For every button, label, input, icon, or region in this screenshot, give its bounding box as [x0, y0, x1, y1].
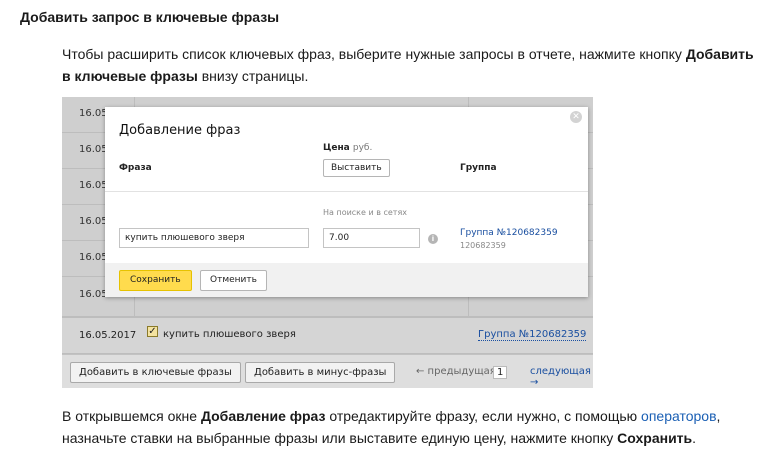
save-button[interactable]: Сохранить [119, 270, 192, 291]
row-date: 16.05 [79, 216, 108, 227]
info-icon[interactable]: i [428, 234, 438, 244]
intro-paragraph: Чтобы расширить список ключевых фраз, вы… [62, 43, 762, 87]
row-date: 16.05 [79, 108, 108, 119]
intro-text-1: Чтобы расширить список ключевых фраз, вы… [62, 46, 686, 62]
divider [105, 191, 588, 192]
close-icon[interactable]: ✕ [570, 111, 582, 123]
add-phrases-dialog: ✕ Добавление фраз Фраза Цена руб. Выстав… [105, 107, 588, 297]
row-phrase: купить плюшевого зверя [163, 329, 296, 340]
dialog-footer: Сохранить Отменить [105, 263, 588, 297]
row-date: 16.05 [79, 144, 108, 155]
row-date: 16.05.2017 [79, 330, 137, 341]
price-unit: руб. [352, 143, 373, 153]
group-column-header: Группа [460, 163, 497, 173]
row-group-link[interactable]: Группа №120682359 [478, 329, 587, 341]
outro-paragraph: В открывшемся окне Добавление фраз отред… [62, 405, 762, 449]
table-row: 16.05.2017 ✓ купить плюшевого зверя Груп… [62, 317, 593, 354]
set-price-button[interactable]: Выставить [323, 159, 390, 177]
phrase-input[interactable]: купить плюшевого зверя [119, 228, 309, 248]
group-link[interactable]: Группа №120682359 [460, 228, 558, 238]
group-id: 120682359 [460, 241, 506, 250]
row-date: 16.05 [79, 252, 108, 263]
operators-link[interactable]: операторов [641, 408, 716, 424]
outro-bold-save: Сохранить [617, 430, 693, 446]
price-sublabel: На поиске и в сетях [323, 208, 408, 217]
report-footer: Добавить в ключевые фразы Добавить в мин… [62, 354, 593, 388]
outro-bold-dialog-name: Добавление фраз [200, 408, 326, 424]
outro-text-1: В открывшемся окне [62, 408, 201, 424]
add-to-minus-phrases-button[interactable]: Добавить в минус-фразы [245, 362, 396, 383]
outro-text-4: . [692, 430, 697, 446]
price-label: Цена [323, 143, 350, 153]
pager-current: 1 [493, 366, 508, 379]
intro-text-2: внизу страницы. [197, 68, 309, 84]
pager-next[interactable]: следующая → [530, 366, 593, 388]
dialog-title: Добавление фраз [119, 123, 241, 138]
add-to-keywords-button[interactable]: Добавить в ключевые фразы [70, 362, 241, 383]
row-checkbox[interactable]: ✓ [147, 326, 158, 337]
phrase-column-header: Фраза [119, 163, 152, 173]
page-title: Добавить запрос в ключевые фразы [20, 9, 280, 25]
pager-page-number: 1 [493, 366, 508, 379]
row-date: 16.05 [79, 289, 108, 300]
row-date: 16.05 [79, 180, 108, 191]
outro-text-2: отредактируйте фразу, если нужно, с помо… [325, 408, 642, 424]
cancel-button[interactable]: Отменить [200, 270, 267, 291]
price-column-header: Цена руб. [323, 143, 372, 153]
price-input[interactable]: 7.00 [323, 228, 420, 248]
pager-prev[interactable]: ← предыдущая [416, 366, 496, 377]
pager-next-label[interactable]: следующая → [530, 366, 591, 388]
